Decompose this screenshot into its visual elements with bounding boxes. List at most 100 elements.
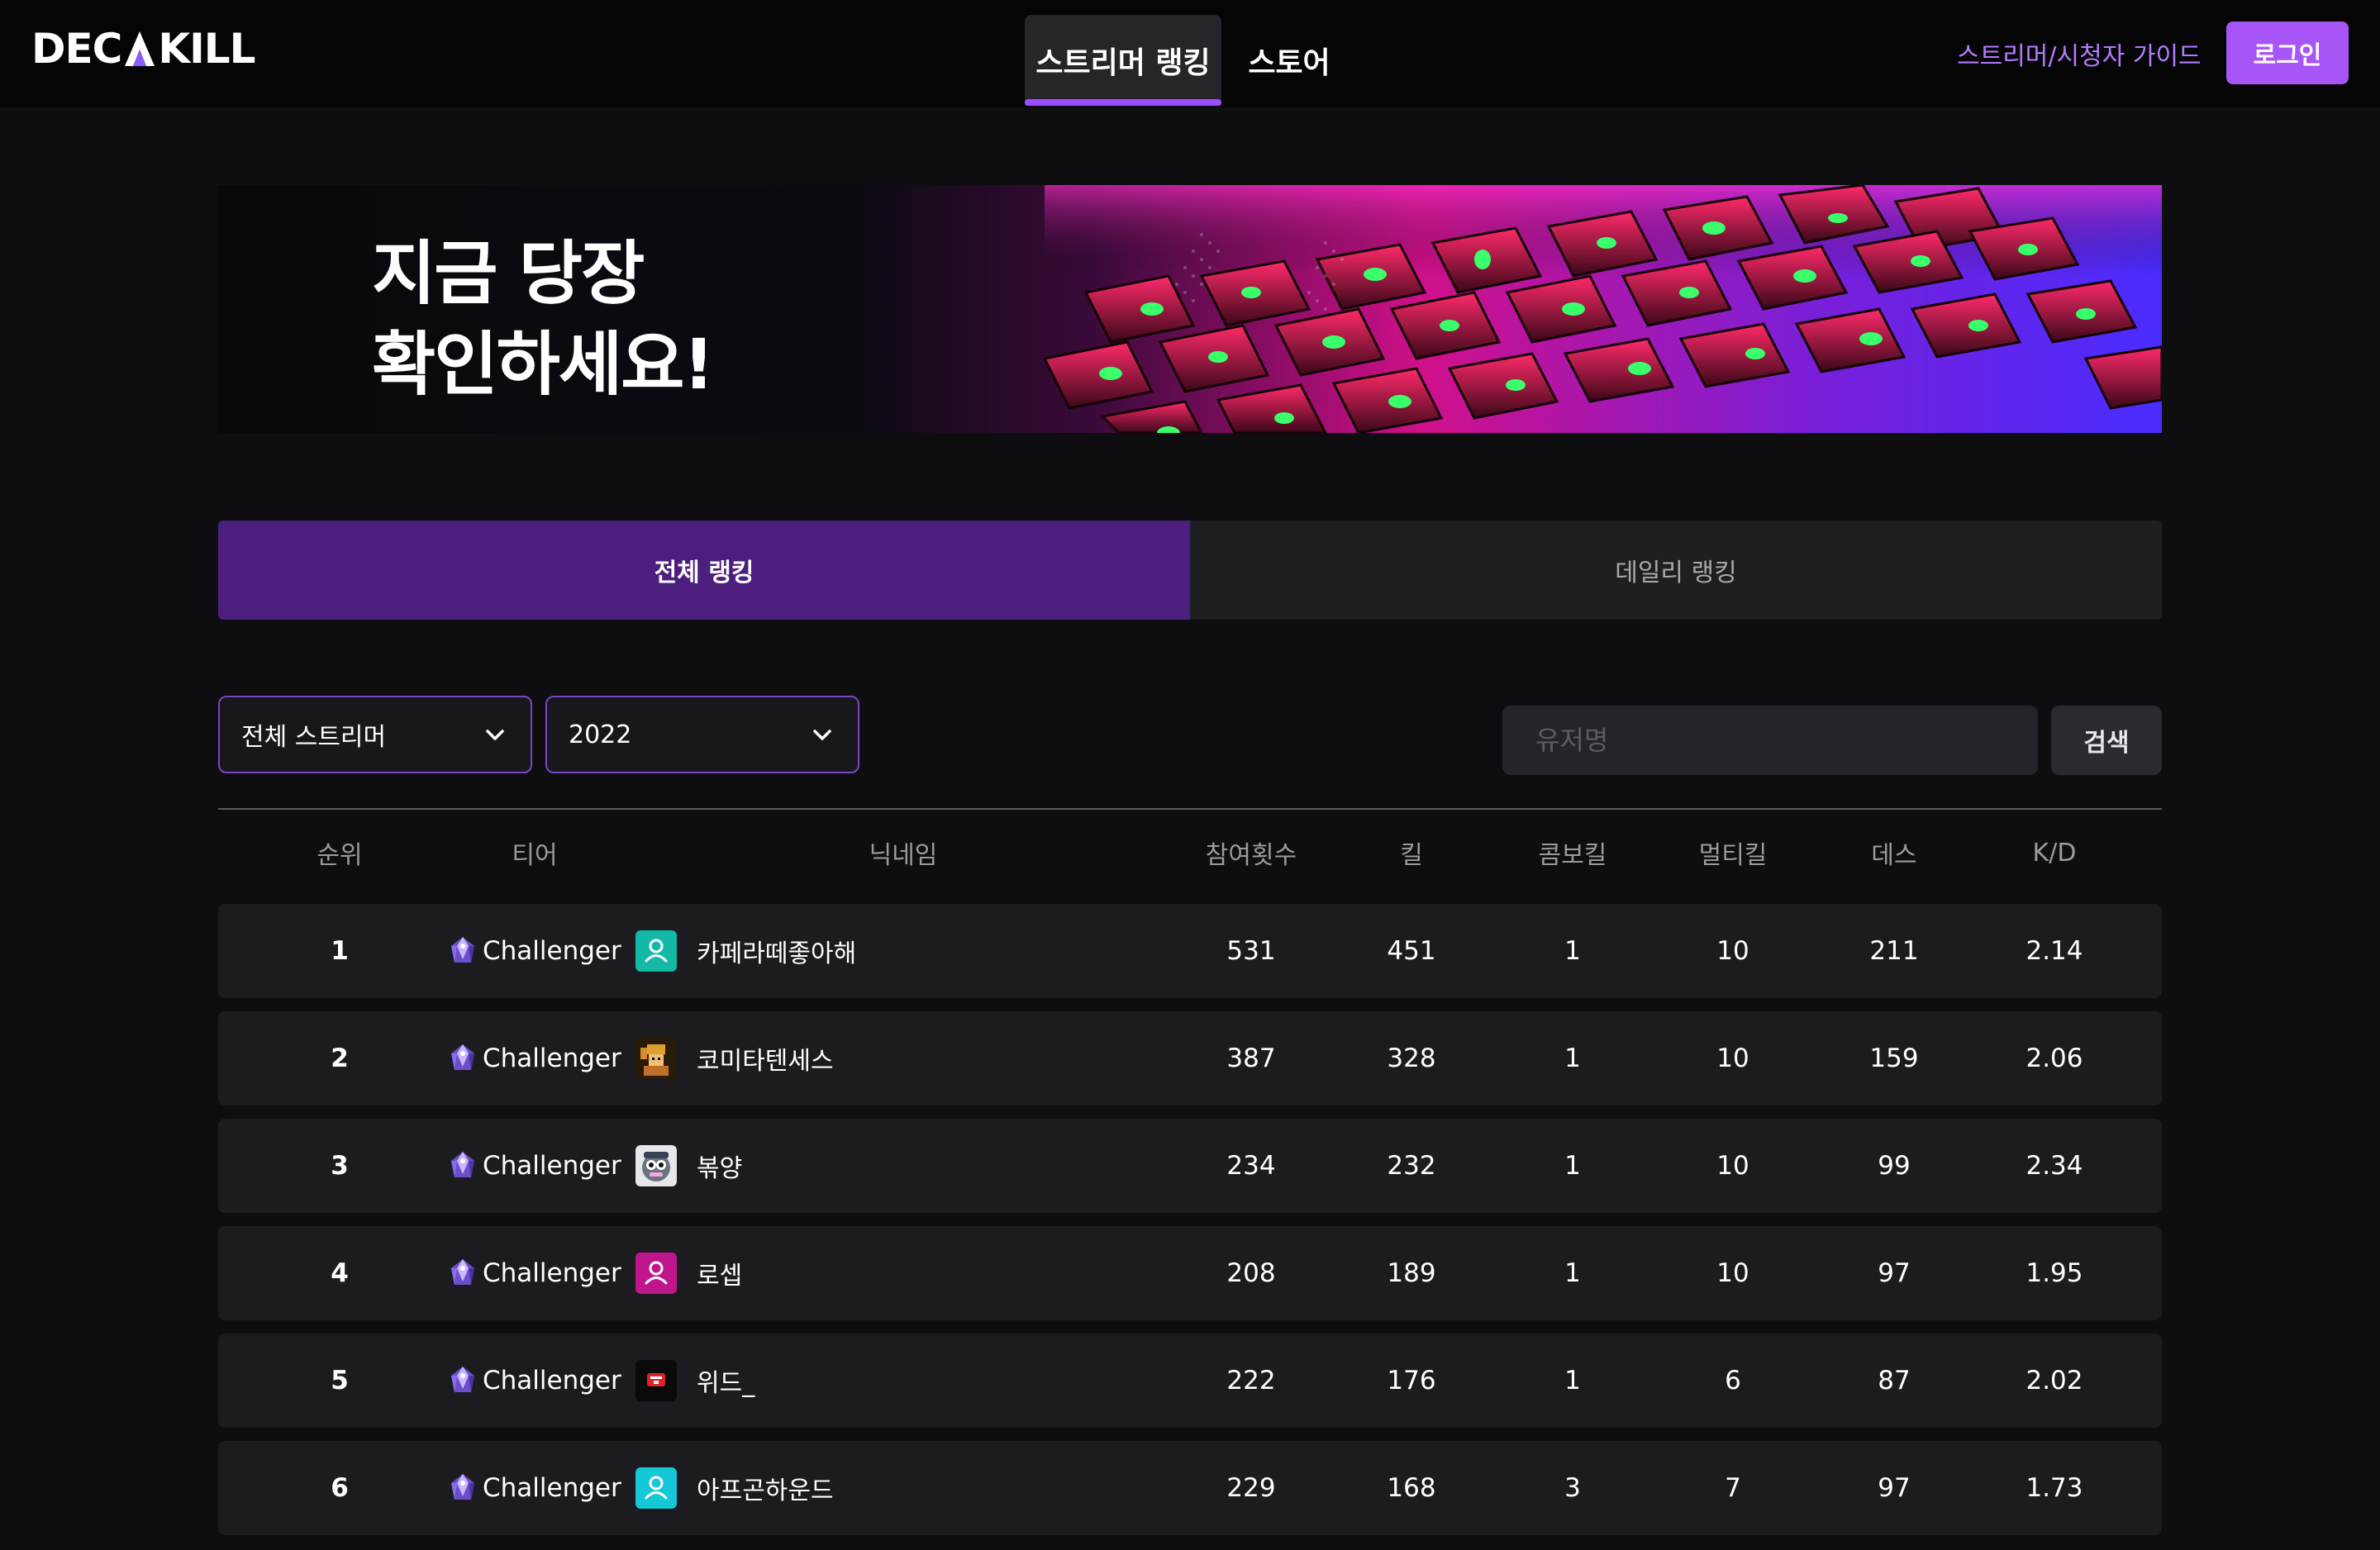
cell-deaths: 211	[1869, 936, 1919, 966]
cell-deaths: 87	[1878, 1366, 1911, 1395]
challenger-tier-icon	[451, 1259, 474, 1285]
challenger-tier-icon	[451, 1152, 474, 1177]
cell-kills: 189	[1387, 1258, 1436, 1288]
challenger-tier-icon	[451, 1044, 474, 1070]
cell-kd: 1.73	[2025, 1473, 2083, 1503]
ranking-table-header: 순위 티어 닉네임 참여횟수 킬 콤보킬 멀티킬 데스 K/D	[218, 826, 2162, 879]
streamer-filter-value: 전체 스트리머	[241, 723, 387, 752]
tab-store[interactable]: 스토어	[1231, 15, 1347, 106]
player-nickname: 아프곤하운드	[697, 1476, 834, 1505]
player-nickname: 카페라떼좋아해	[697, 939, 857, 968]
player-cell[interactable]: 볶양	[635, 1119, 742, 1213]
cell-kd: 2.34	[2025, 1151, 2083, 1181]
cell-combo-kills: 1	[1564, 936, 1581, 966]
guide-link[interactable]: 스트리머/시청자 가이드	[1957, 35, 2202, 73]
cell-rank: 3	[331, 1151, 349, 1181]
header-nickname: 닉네임	[869, 841, 938, 870]
cell-rank: 5	[331, 1366, 349, 1395]
avatar	[635, 1038, 677, 1079]
player-nickname: 코미타텐세스	[697, 1047, 834, 1076]
player-cell[interactable]: 위드_	[635, 1334, 754, 1428]
tier-badge: Challenger	[446, 1119, 621, 1213]
tier-label: Challenger	[483, 1151, 621, 1181]
ranking-row[interactable]: 6 Challenger 아프곤하운드 229 168 3 7 97 1.73	[218, 1441, 2162, 1535]
header-deaths: 데스	[1871, 841, 1917, 870]
cell-multi-kills: 10	[1716, 1044, 1749, 1073]
cell-kills: 168	[1387, 1473, 1436, 1503]
ranking-row[interactable]: 5 Challenger 위드_ 222 176 1 6 87 2.02	[218, 1334, 2162, 1428]
top-nav: DEC KILL 스트리머 랭킹 스토어 스트리머/시청자 가이드 로그인	[0, 0, 2380, 107]
tier-badge: Challenger	[446, 1334, 621, 1428]
header-games: 참여횟수	[1205, 841, 1297, 870]
cell-combo-kills: 1	[1564, 1258, 1581, 1288]
tier-badge: Challenger	[446, 1441, 621, 1535]
avatar	[635, 1145, 677, 1186]
cell-games: 222	[1226, 1366, 1276, 1395]
streamer-filter-select[interactable]: 전체 스트리머	[218, 696, 532, 773]
cell-rank: 4	[331, 1258, 349, 1288]
ranking-row[interactable]: 1 Challenger 카페라떼좋아해 531 451 1 10 211 2.14	[218, 904, 2162, 998]
cell-combo-kills: 1	[1564, 1044, 1581, 1073]
tier-label: Challenger	[483, 936, 621, 966]
promo-banner[interactable]: 지금 당장 확인하세요!	[218, 185, 2162, 433]
tier-label: Challenger	[483, 1044, 621, 1073]
tab-daily-ranking[interactable]: 데일리 랭킹	[1190, 521, 2162, 620]
cell-multi-kills: 10	[1716, 936, 1749, 966]
player-nickname: 로셉	[697, 1262, 743, 1291]
cell-multi-kills: 10	[1716, 1151, 1749, 1181]
year-filter-select[interactable]: 2022	[545, 696, 859, 773]
avatar	[635, 930, 677, 972]
table-divider	[218, 808, 2162, 810]
cell-rank: 1	[331, 936, 349, 966]
challenger-tier-icon	[451, 937, 474, 963]
login-button[interactable]: 로그인	[2226, 21, 2349, 84]
header-kd: K/D	[2032, 838, 2077, 868]
avatar	[635, 1360, 677, 1401]
cell-kd: 2.06	[2025, 1044, 2083, 1073]
person-icon	[635, 930, 677, 972]
ranking-row[interactable]: 4 Challenger 로셉 208 189 1 10 97 1.95	[218, 1226, 2162, 1320]
cell-games: 234	[1226, 1151, 1276, 1181]
year-filter-value: 2022	[569, 720, 632, 749]
chevron-down-icon	[486, 730, 504, 740]
cell-rank: 2	[331, 1044, 349, 1073]
player-nickname: 위드_	[697, 1369, 755, 1398]
player-cell[interactable]: 코미타텐세스	[635, 1011, 834, 1105]
tier-label: Challenger	[483, 1258, 621, 1288]
logo-a-glyph	[125, 31, 155, 66]
player-cell[interactable]: 아프곤하운드	[635, 1441, 834, 1535]
tab-streamer-ranking[interactable]: 스트리머 랭킹	[1025, 15, 1221, 106]
cartoon-face-icon	[635, 1145, 677, 1186]
cell-games: 531	[1226, 936, 1276, 966]
cell-deaths: 97	[1878, 1473, 1911, 1503]
header-multi-kills: 멀티킬	[1698, 841, 1768, 870]
cell-kd: 1.95	[2025, 1258, 2083, 1288]
challenger-tier-icon	[451, 1367, 474, 1392]
tab-streamer-ranking-label: 스트리머 랭킹	[1035, 46, 1211, 80]
player-nickname: 볶양	[697, 1154, 743, 1183]
decakill-logo[interactable]: DEC KILL	[31, 25, 255, 73]
header-tier: 티어	[512, 841, 558, 870]
person-icon	[635, 1467, 677, 1509]
tab-overall-ranking[interactable]: 전체 랭킹	[218, 521, 1190, 620]
banner-line-1: 지금 당장	[372, 233, 645, 314]
ranking-row[interactable]: 3 Challenger 볶양 234 232 1 10 99 2.34	[218, 1119, 2162, 1213]
cell-combo-kills: 3	[1564, 1473, 1581, 1503]
cell-multi-kills: 7	[1725, 1473, 1741, 1503]
cell-deaths: 159	[1869, 1044, 1919, 1073]
search-button[interactable]: 검색	[2051, 706, 2162, 775]
cell-kills: 451	[1387, 936, 1436, 966]
cell-deaths: 97	[1878, 1258, 1911, 1288]
challenger-tier-icon	[451, 1474, 474, 1500]
person-icon	[635, 1253, 677, 1294]
player-cell[interactable]: 카페라떼좋아해	[635, 904, 856, 998]
cell-games: 229	[1226, 1473, 1276, 1503]
player-cell[interactable]: 로셉	[635, 1226, 742, 1320]
ranking-row[interactable]: 2 Challenger 코미타텐세스 387 328 1 10 159 2.06	[218, 1011, 2162, 1105]
username-search-input[interactable]	[1502, 706, 2038, 775]
chevron-down-icon	[813, 730, 831, 740]
tab-store-label: 스토어	[1248, 46, 1330, 80]
header-kills: 킬	[1400, 841, 1423, 870]
cell-multi-kills: 6	[1725, 1366, 1741, 1395]
tier-label: Challenger	[483, 1473, 621, 1503]
